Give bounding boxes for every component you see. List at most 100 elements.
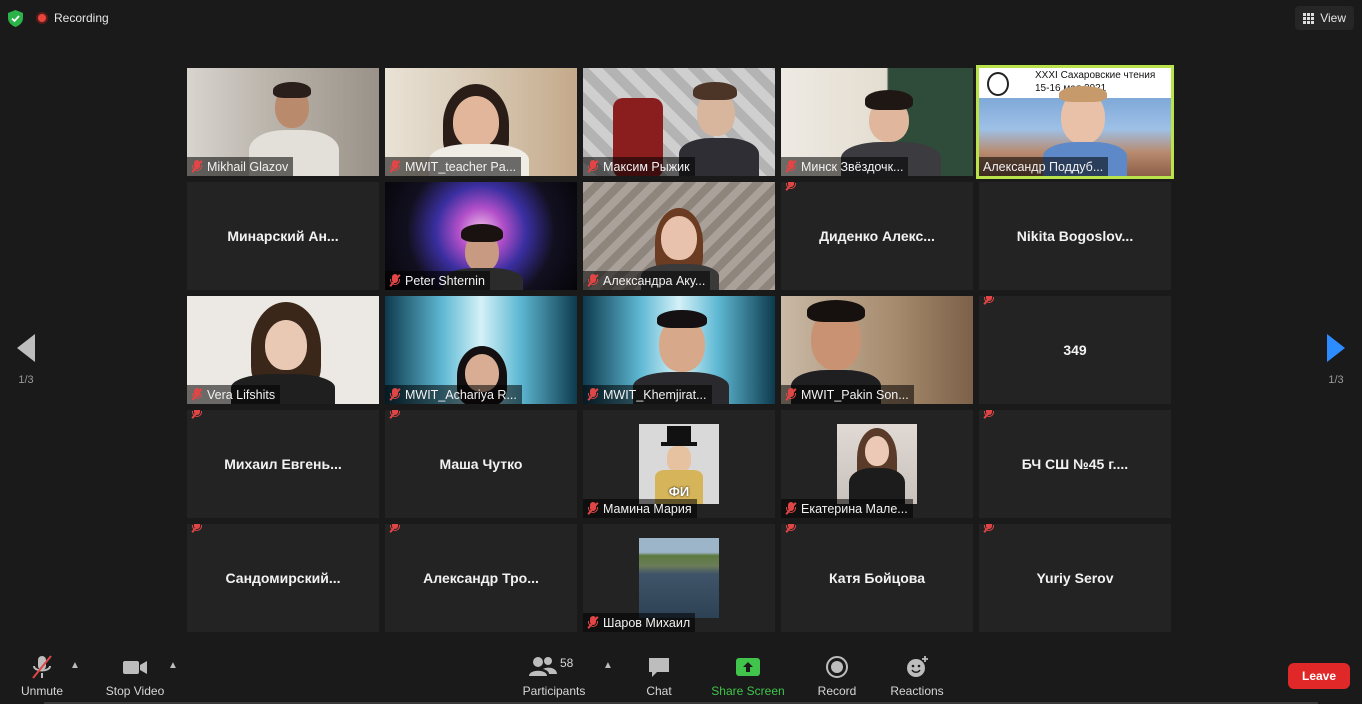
participant-name-tag: MWIT_teacher Pa... bbox=[385, 157, 522, 176]
audio-options-caret-icon[interactable]: ▲ bbox=[70, 660, 80, 671]
participant-name: Vera Lifshits bbox=[207, 387, 276, 402]
participant-tile[interactable]: Екатерина Мале... bbox=[781, 410, 973, 518]
share-screen-button[interactable]: Share Screen bbox=[708, 654, 788, 698]
participant-display-name: Nikita Bogoslov... bbox=[1016, 228, 1134, 244]
arrow-right-icon[interactable] bbox=[1327, 334, 1345, 362]
participant-tile[interactable]: Mikhail Glazov bbox=[187, 68, 379, 176]
muted-mic-icon bbox=[389, 388, 401, 401]
recording-label: Recording bbox=[54, 11, 109, 25]
participant-tile[interactable]: MWIT_Achariya R... bbox=[385, 296, 577, 404]
participant-name: Шаров Михаил bbox=[603, 615, 691, 630]
next-page-nav[interactable]: 1/3 bbox=[1316, 334, 1356, 386]
arrow-left-icon[interactable] bbox=[17, 334, 35, 362]
profile-picture: ФИ bbox=[639, 424, 719, 504]
participant-tile[interactable]: Катя Бойцова bbox=[781, 524, 973, 632]
participant-display-name: Катя Бойцова bbox=[828, 570, 925, 586]
muted-mic-icon bbox=[785, 160, 797, 173]
view-label: View bbox=[1320, 11, 1346, 25]
recording-indicator[interactable]: Recording bbox=[36, 8, 109, 28]
participant-tile[interactable]: Маша Чутко bbox=[385, 410, 577, 518]
participant-display-name: Yuriy Serov bbox=[1036, 570, 1114, 586]
stop-video-button[interactable]: Stop Video bbox=[100, 654, 170, 698]
participant-name: Peter Shternin bbox=[405, 273, 485, 288]
reactions-button[interactable]: Reactions bbox=[886, 654, 948, 698]
participant-name-tag: MWIT_Khemjirat... bbox=[583, 385, 712, 404]
participant-tile[interactable]: Михаил Евгень... bbox=[187, 410, 379, 518]
profile-picture bbox=[639, 538, 719, 618]
participant-tile[interactable]: Yuriy Serov bbox=[979, 524, 1171, 632]
participant-name: MWIT_teacher Pa... bbox=[405, 159, 517, 174]
grid-view-icon bbox=[1303, 12, 1315, 24]
participant-tile[interactable]: Сандомирский... bbox=[187, 524, 379, 632]
participant-name: Мамина Мария bbox=[603, 501, 692, 516]
page-indicator-left: 1/3 bbox=[18, 374, 34, 386]
muted-mic-icon bbox=[389, 160, 401, 173]
participant-tile[interactable]: MWIT_Khemjirat... bbox=[583, 296, 775, 404]
participant-tile[interactable]: Vera Lifshits bbox=[187, 296, 379, 404]
muted-mic-icon bbox=[587, 160, 599, 173]
security-shield-icon[interactable] bbox=[8, 10, 23, 27]
participant-tile[interactable]: ФИ Мамина Мария bbox=[583, 410, 775, 518]
view-button[interactable]: View bbox=[1295, 6, 1354, 30]
participant-tile[interactable]: Максим Рыжик bbox=[583, 68, 775, 176]
avatar-text: ФИ bbox=[668, 484, 690, 499]
participant-name-tag: Александр Поддуб... bbox=[979, 157, 1109, 176]
leave-button[interactable]: Leave bbox=[1288, 663, 1350, 689]
active-speaker-tile[interactable]: XXXI Сахаровские чтения 15-16 мая 2021 А… bbox=[976, 65, 1174, 179]
participant-tile[interactable]: Минск Звёздочк... bbox=[781, 68, 973, 176]
chat-bubble-icon bbox=[647, 654, 671, 680]
video-camera-icon bbox=[121, 654, 149, 680]
participant-name-tag: Минск Звёздочк... bbox=[781, 157, 909, 176]
participant-name: Екатерина Мале... bbox=[801, 501, 908, 516]
reactions-label: Reactions bbox=[890, 684, 944, 698]
participant-name-tag: Peter Shternin bbox=[385, 271, 490, 290]
video-options-caret-icon[interactable]: ▲ bbox=[168, 660, 178, 671]
participants-button[interactable]: 58 Participants bbox=[518, 654, 590, 698]
banner-title: XXXI Сахаровские чтения bbox=[1035, 70, 1156, 81]
previous-page-nav[interactable]: 1/3 bbox=[6, 334, 46, 386]
participant-tile[interactable]: Nikita Bogoslov... bbox=[979, 182, 1171, 290]
stop-video-label: Stop Video bbox=[105, 684, 165, 698]
muted-mic-icon bbox=[785, 502, 797, 515]
record-button[interactable]: Record bbox=[812, 654, 862, 698]
participant-name: Александра Аку... bbox=[603, 273, 706, 288]
participants-count: 58 bbox=[560, 656, 574, 670]
muted-mic-icon bbox=[587, 274, 599, 287]
participant-name: MWIT_Pakin Son... bbox=[801, 387, 909, 402]
muted-mic-icon bbox=[191, 160, 203, 173]
muted-mic-icon bbox=[785, 388, 797, 401]
profile-picture bbox=[837, 424, 917, 504]
participant-tile[interactable]: MWIT_Pakin Son... bbox=[781, 296, 973, 404]
participant-tile[interactable]: 349 bbox=[979, 296, 1171, 404]
participant-name: MWIT_Khemjirat... bbox=[603, 387, 707, 402]
participant-display-name: БЧ СШ №45 г.... bbox=[1021, 456, 1129, 472]
share-screen-icon bbox=[735, 654, 761, 680]
muted-mic-icon bbox=[389, 274, 401, 287]
participant-name-tag: Екатерина Мале... bbox=[781, 499, 913, 518]
participants-options-caret-icon[interactable]: ▲ bbox=[603, 660, 613, 671]
participant-name: Александр Поддуб... bbox=[983, 159, 1104, 174]
participant-tile[interactable]: Шаров Михаил bbox=[583, 524, 775, 632]
participant-display-name: Минарский Ан... bbox=[227, 228, 339, 244]
participant-tile[interactable]: Александр Тро... bbox=[385, 524, 577, 632]
participant-name: Максим Рыжик bbox=[603, 159, 690, 174]
participant-name-tag: Максим Рыжик bbox=[583, 157, 695, 176]
muted-mic-icon bbox=[587, 616, 599, 629]
participant-tile[interactable]: Peter Shternin bbox=[385, 182, 577, 290]
participant-tile[interactable]: БЧ СШ №45 г.... bbox=[979, 410, 1171, 518]
participant-tile[interactable]: Диденко Алекс... bbox=[781, 182, 973, 290]
participant-display-name: Сандомирский... bbox=[225, 570, 341, 586]
participant-display-name: Александр Тро... bbox=[423, 570, 539, 586]
participant-tile[interactable]: Александра Аку... bbox=[583, 182, 775, 290]
participant-tile[interactable]: Минарский Ан... bbox=[187, 182, 379, 290]
chat-button[interactable]: Chat bbox=[636, 654, 682, 698]
record-icon bbox=[825, 654, 849, 680]
participant-tile[interactable]: MWIT_teacher Pa... bbox=[385, 68, 577, 176]
participant-display-name: Диденко Алекс... bbox=[819, 228, 935, 244]
participant-name-tag: MWIT_Achariya R... bbox=[385, 385, 522, 404]
participants-label: Participants bbox=[522, 684, 586, 698]
page-indicator-right: 1/3 bbox=[1328, 374, 1344, 386]
participant-name: MWIT_Achariya R... bbox=[405, 387, 517, 402]
participants-icon: 58 bbox=[524, 654, 584, 680]
unmute-button[interactable]: Unmute bbox=[14, 654, 70, 698]
